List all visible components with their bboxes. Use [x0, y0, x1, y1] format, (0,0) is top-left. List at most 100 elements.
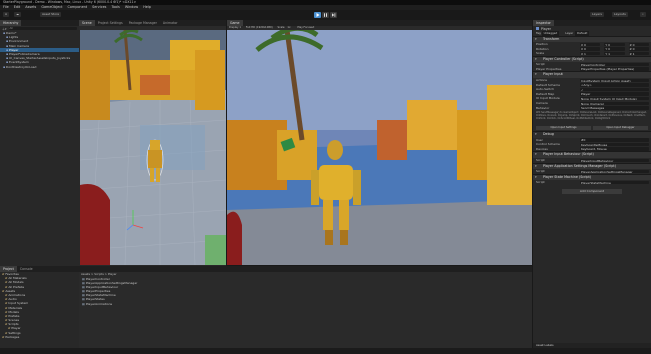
debug-row-value[interactable]: #0 — [580, 138, 649, 142]
folder-icon: ▰ — [2, 288, 5, 293]
play-button[interactable] — [314, 12, 321, 18]
tab-package-manager[interactable]: Package Manager — [126, 20, 160, 26]
hierarchy-row[interactable]: ▪DontDestroyOnLoad — [0, 65, 79, 69]
transform-y-field[interactable]: Y 0 — [604, 42, 625, 46]
search-button[interactable]: ⌕ — [640, 12, 646, 17]
player-input-body: Actions InputSystem (Input Action Asset) D… — [533, 78, 651, 110]
hierarchy-search-input[interactable]: All — [8, 26, 77, 31]
gameobject-icon: ▪ — [3, 31, 6, 35]
hierarchy-tree: ▪Demo* ▪Lights ▪Environment ▪Main Camera ▪Pl… — [0, 31, 79, 69]
add-icon[interactable]: ＋▾ — [2, 27, 7, 31]
game-scale-value[interactable]: 1x — [287, 26, 290, 29]
player-input-row-value[interactable]: ✓ — [580, 87, 649, 92]
project-tree-label: Packages — [5, 334, 20, 339]
status-bar — [0, 348, 651, 354]
transform-x-field[interactable]: X 0 — [580, 42, 601, 46]
folder-icon: ▰ — [2, 334, 5, 339]
transform-z-field[interactable]: Z 1 — [628, 51, 649, 56]
debug-row-value[interactable]: Keyboard&Mouse — [580, 142, 649, 147]
transform-z-field[interactable]: Z 0 — [628, 47, 649, 51]
account-button[interactable]: A — [3, 12, 10, 17]
debug-header[interactable]: Debug — [533, 131, 651, 138]
tab-animator[interactable]: Animator — [160, 20, 181, 26]
game-play-focused[interactable]: Play Focused — [297, 26, 314, 29]
script-file-icon: ▤ — [82, 297, 85, 302]
player-input-header[interactable]: Player Input — [533, 71, 651, 78]
folder-icon: ▰ — [2, 272, 5, 276]
transform-y-field[interactable]: Y 1 — [604, 51, 625, 56]
open-input-settings-button[interactable]: Open Input Settings — [536, 126, 591, 131]
component-script-row: Script PlayerStateMachine — [533, 180, 651, 185]
transform-body: Position X 0Y 0Z 0 Rotation X 0Y 0Z 0 Scale X… — [533, 42, 651, 56]
project-file-list: ▤PlayerController ▤PlayerApplicationSetti… — [79, 277, 532, 306]
player-controller-row-value[interactable]: PlayerController — [580, 62, 649, 67]
cloud-button[interactable]: ☁ — [14, 12, 21, 17]
project-panel: Project Console ▰Favorites ▰All Materials ▰… — [0, 266, 532, 348]
player-input-row-value[interactable]: Player — [580, 92, 649, 96]
hierarchy-panel: Hierarchy ＋▾ All ▪Demo* ▪Lights ▪Environme… — [0, 20, 79, 266]
transform-x-field[interactable]: X 0 — [580, 47, 601, 51]
player-input-row-label: Behavior — [536, 105, 550, 110]
debug-row-value[interactable]: Keyboard, Mouse — [580, 147, 649, 151]
hierarchy-row-label: DontDestroyOnLoad — [6, 64, 37, 69]
transform-z-field[interactable]: Z 0 — [628, 42, 649, 46]
play-icon — [316, 13, 320, 17]
transform-header[interactable]: Transform — [533, 35, 651, 42]
project-tree: ▰Favorites ▰All Materials ▰All Models ▰All … — [0, 272, 78, 348]
scene-render — [80, 30, 226, 265]
component-header[interactable]: Player State Machine (Script) — [533, 173, 651, 181]
player-input-note: Will SendMessage() to GameObject: OnDevi… — [536, 111, 647, 121]
gameobject-icon — [536, 27, 539, 30]
gameobject-icon: ▪ — [3, 64, 6, 69]
player-input-row-value[interactable]: <Any> — [580, 83, 649, 87]
scene-viewport[interactable] — [80, 30, 226, 265]
gameobject-icon: ▪ — [6, 43, 9, 48]
script-file-icon: ▤ — [82, 301, 85, 306]
player-controller-row-value[interactable]: PlayerProperties (Player Properties) — [580, 67, 649, 71]
script-field[interactable]: PlayerInputBehaviour — [580, 158, 649, 162]
tab-project-settings[interactable]: Project Settings — [95, 20, 126, 26]
game-aspect-dropdown[interactable]: Full HD (1920x1080) — [246, 26, 273, 29]
pause-button[interactable] — [322, 12, 329, 18]
main-toolbar: A ☁ Asset Store Layers Layouts ⌕ — [0, 10, 651, 20]
project-contents: Assets > Scripts > Player ▤PlayerControl… — [79, 272, 532, 348]
script-field[interactable]: PlayerApplicationSettingsManager — [580, 169, 649, 173]
folder-icon: ▰ — [5, 305, 8, 310]
game-viewport[interactable] — [227, 30, 532, 265]
component-header[interactable]: Player Input Behaviour (Script) — [533, 151, 651, 158]
player-input-row-value[interactable]: Send Messages — [580, 106, 649, 110]
layouts-dropdown[interactable]: Layouts — [612, 12, 628, 17]
project-tree-item[interactable]: ▰Packages — [0, 335, 78, 339]
tab-inspector[interactable]: Inspector — [533, 20, 554, 26]
object-name-field[interactable]: Player — [541, 27, 551, 31]
game-display-dropdown[interactable]: Display 1 — [229, 26, 241, 29]
add-component-button[interactable]: Add Component — [562, 188, 622, 194]
open-input-debugger-button[interactable]: Open Input Debugger — [593, 126, 648, 131]
step-icon — [332, 13, 336, 17]
player-input-row-value[interactable]: None (Input System UI Input Module) — [580, 96, 649, 101]
transform-y-field[interactable]: Y 0 — [604, 47, 625, 51]
debug-body: User #0 Control Scheme Keyboard&Mouse Device… — [533, 138, 651, 152]
asset-store-button[interactable]: Asset Store — [40, 12, 62, 17]
gameobject-icon: ▪ — [6, 39, 9, 44]
project-file-label: PlayerAnimations — [85, 301, 113, 306]
script-field[interactable]: PlayerStateMachine — [580, 180, 649, 185]
player-input-row-value[interactable]: InputSystem (Input Action Asset) — [580, 78, 649, 82]
game-render — [227, 30, 532, 265]
player-controller-header[interactable]: Player Controller (Script) — [533, 55, 651, 63]
player-controller-body: Script PlayerController Player Properties P… — [533, 62, 651, 71]
step-button[interactable] — [330, 12, 337, 18]
script-label: Script — [536, 180, 545, 185]
tab-scene[interactable]: Scene — [79, 20, 95, 26]
folder-icon: ▰ — [5, 280, 8, 285]
pause-icon — [324, 13, 327, 17]
player-input-row-value[interactable]: None (Camera) — [580, 101, 649, 105]
game-scale-label: Scale — [277, 26, 285, 29]
project-file[interactable]: ▤PlayerAnimations — [79, 302, 532, 306]
layers-dropdown[interactable]: Layers — [590, 12, 604, 17]
transform-x-field[interactable]: X 1 — [580, 51, 601, 56]
player-input-row: Behavior Send Messages — [533, 106, 651, 111]
script-file-icon: ▤ — [82, 276, 85, 281]
component-list: Player Input Behaviour (Script)ScriptPla… — [533, 151, 651, 185]
component-header[interactable]: Player Application Settings Manager (Scr… — [533, 162, 651, 169]
